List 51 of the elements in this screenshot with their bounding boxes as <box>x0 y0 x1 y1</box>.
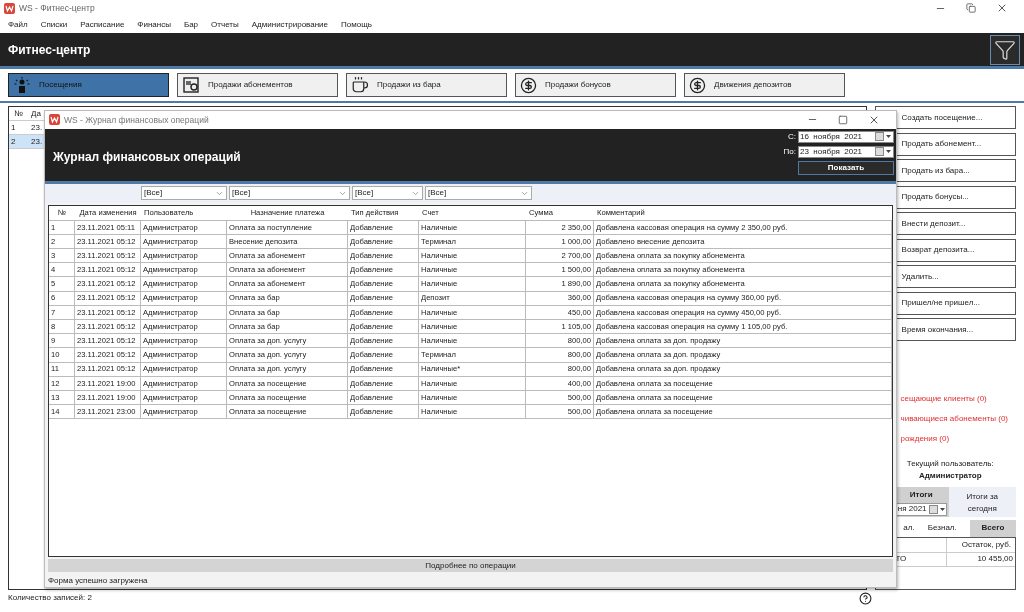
date-field[interactable]: ня 2021 <box>894 502 947 516</box>
menu-item[interactable]: Администрирование <box>251 18 329 31</box>
totals-tab[interactable]: Итоги за сегодня <box>948 486 1016 517</box>
section-tab[interactable]: Продажи абонементов <box>177 73 338 97</box>
menu-item[interactable]: Списки <box>40 18 68 31</box>
section-tab[interactable]: Продажи бонусов <box>515 73 676 97</box>
filter-dropdown[interactable]: [Все] <box>425 186 532 201</box>
filter-dropdown[interactable]: [Все] <box>352 186 423 201</box>
filter-value: [Все] <box>144 187 163 200</box>
filter-value: [Все] <box>232 187 251 200</box>
menu-item[interactable]: Файл <box>8 18 28 31</box>
current-user-label: Текущий пользователь: <box>905 457 995 470</box>
date-value: 16 ноября 2021 <box>800 130 863 143</box>
date-field[interactable]: 23 ноября 2021 <box>798 145 894 158</box>
menu-item[interactable]: Помощь <box>341 18 372 31</box>
column-header: Остаток, руб. <box>945 537 1015 552</box>
totals-subtab[interactable]: Безнал. <box>914 519 970 537</box>
filter-dropdown[interactable]: [Все] <box>229 186 350 201</box>
table-cell-text: 1 <box>10 121 17 134</box>
window-title: WS - Фитнес-центр <box>19 1 95 15</box>
section-tab[interactable]: Посещения <box>8 73 169 97</box>
menu-item[interactable]: Отчеты <box>211 18 239 31</box>
date-field[interactable]: 16 ноября 2021 <box>798 130 894 143</box>
dialog-title: WS - Журнал финансовых операций <box>64 113 209 127</box>
current-user-name: Администратор <box>917 469 983 482</box>
table-cell-text: 2 <box>10 135 17 148</box>
filter-value: [Все] <box>428 187 447 200</box>
date-label: С: <box>788 130 796 143</box>
filter-dropdown[interactable]: [Все] <box>141 186 227 201</box>
dialog-status: Форма успешно загружена <box>47 575 149 587</box>
menu-item[interactable]: Финансы <box>137 18 171 31</box>
date-value: 23 ноября 2021 <box>800 145 863 158</box>
dialog-heading: Журнал финансовых операций <box>53 148 242 166</box>
date-value: ня 2021 <box>897 503 927 515</box>
details-button[interactable]: Подробнее по операции <box>48 559 893 572</box>
table-cell: 10 455,00 <box>945 552 1015 566</box>
column-header: № <box>13 107 24 120</box>
record-count: Количество записей: 2 <box>8 592 93 604</box>
totals-tab-label: Итоги <box>909 488 934 501</box>
show-button[interactable]: Показать <box>798 160 894 175</box>
filter-value: [Все] <box>355 187 374 200</box>
table-cell-text: 23. <box>30 121 43 134</box>
totals-subtab[interactable]: Всего <box>970 519 1016 537</box>
menu-item[interactable]: Расписание <box>80 18 125 31</box>
date-label: По: <box>783 145 796 158</box>
menu-item[interactable]: Бар <box>183 18 199 31</box>
section-tab[interactable]: Движения депозитов <box>684 73 845 97</box>
table-cell-text: 23. <box>30 135 43 148</box>
column-header: Да <box>30 107 41 120</box>
section-tab[interactable]: Продажи из бара <box>346 73 507 97</box>
app-title: Фитнес-центр <box>8 41 92 59</box>
